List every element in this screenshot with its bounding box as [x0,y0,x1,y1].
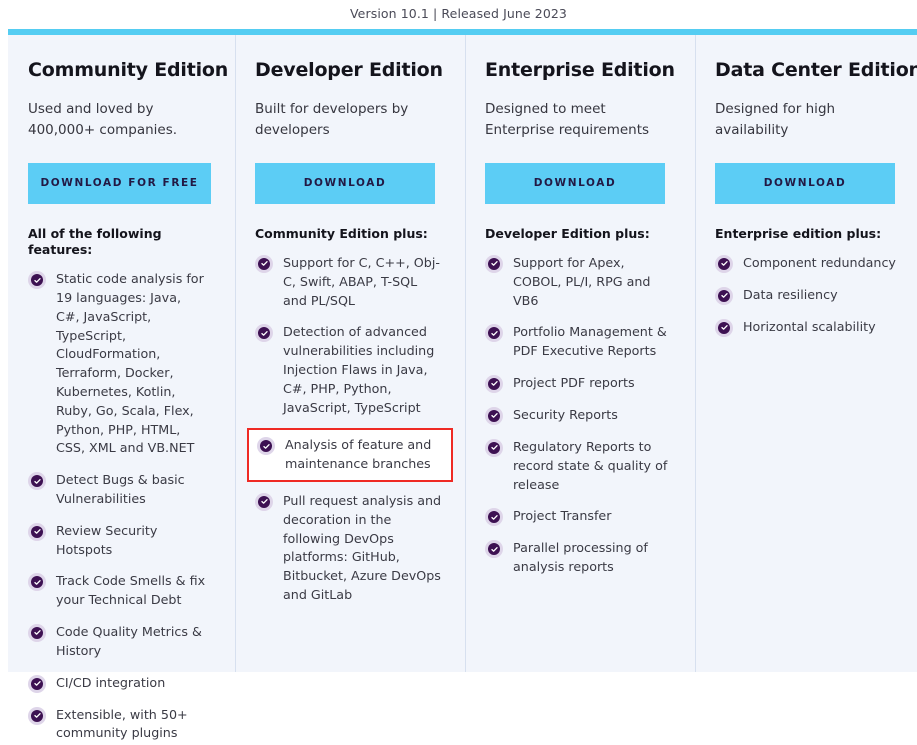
check-circle-icon [255,254,273,273]
feature-item: Project PDF reports [485,372,677,395]
feature-label: Analysis of feature and maintenance bran… [285,437,432,472]
feature-item: Support for Apex, COBOL, PL/I, RPG and V… [485,252,677,312]
feature-item: Horizontal scalability [715,316,899,339]
check-circle-icon [255,492,273,511]
feature-label: Support for C, C++, Obj-C, Swift, ABAP, … [283,254,440,308]
check-circle-icon [485,438,503,457]
feature-item: Pull request analysis and decoration in … [255,490,447,607]
feature-label: Detection of advanced vulnerabilities in… [283,324,435,415]
edition-title: Data Center Edition [715,59,917,81]
feature-list-heading: Enterprise edition plus: [715,225,882,241]
check-circle-icon [485,324,503,343]
edition-title: Developer Edition [255,59,443,81]
edition-tagline: Designed to meet Enterprise requirements [485,100,650,138]
editions-panel: Community Edition Used and loved by 400,… [8,35,917,740]
feature-label: Project PDF reports [513,374,635,390]
download-button-enterprise[interactable]: DOWNLOAD [485,162,665,204]
feature-label: Pull request analysis and decoration in … [283,492,442,602]
editions-columns: Community Edition Used and loved by 400,… [8,35,917,740]
feature-item: Track Code Smells & fix your Technical D… [28,570,217,612]
feature-item: Static code analysis for 19 languages: J… [28,268,217,460]
feature-item: Code Quality Metrics & History [28,621,217,663]
feature-label: Extensible, with 50+ community plugins [56,706,188,741]
feature-list-heading: Community Edition plus: [255,225,428,241]
check-circle-icon [28,522,46,541]
editions-comparison-page: Version 10.1 | Released June 2023 Commun… [0,0,917,740]
feature-item: Detection of advanced vulnerabilities in… [255,321,447,419]
version-label: Version 10.1 | Released June 2023 [350,6,567,22]
edition-title: Community Edition [28,59,229,81]
feature-item: Extensible, with 50+ community plugins [28,704,217,745]
check-circle-icon [485,508,503,527]
feature-item: Security Reports [485,404,677,427]
feature-list-heading: Developer Edition plus: [485,225,650,241]
feature-item: Data resiliency [715,284,899,307]
feature-list-community: Static code analysis for 19 languages: J… [28,268,217,745]
feature-item: Parallel processing of analysis reports [485,537,677,579]
check-circle-icon [28,271,46,290]
check-circle-icon [715,286,733,305]
feature-label: Regulatory Reports to record state & qua… [513,438,668,492]
feature-label: Track Code Smells & fix your Technical D… [56,573,206,608]
edition-column-data-center: Data Center Edition Designed for high av… [695,35,917,672]
check-circle-icon [28,674,46,693]
feature-label: Static code analysis for 19 languages: J… [56,271,204,456]
check-circle-icon [28,573,46,592]
feature-label: CI/CD integration [56,674,166,690]
feature-item: CI/CD integration [28,672,217,695]
check-circle-icon [28,706,46,725]
feature-item: Detect Bugs & basic Vulnerabilities [28,469,217,511]
edition-column-enterprise: Enterprise Edition Designed to meet Ente… [465,35,695,672]
check-circle-icon [257,437,275,456]
feature-item: Portfolio Management & PDF Executive Rep… [485,321,677,363]
feature-item-highlighted: Analysis of feature and maintenance bran… [247,428,453,482]
feature-label: Component redundancy [743,254,896,270]
download-button-community[interactable]: DOWNLOAD FOR FREE [28,162,211,204]
feature-label: Project Transfer [513,508,612,524]
version-strip: Version 10.1 | Released June 2023 [0,0,917,29]
check-circle-icon [28,623,46,642]
check-circle-icon [255,324,273,343]
check-circle-icon [485,406,503,425]
feature-list-enterprise: Support for Apex, COBOL, PL/I, RPG and V… [485,252,677,579]
feature-label: Horizontal scalability [743,318,876,334]
edition-tagline: Designed for high availability [715,100,836,138]
feature-label: Code Quality Metrics & History [56,623,202,658]
feature-label: Data resiliency [743,286,838,302]
feature-label: Parallel processing of analysis reports [513,540,648,575]
feature-list-data-center: Component redundancy Data resiliency Hor… [715,252,899,339]
feature-label: Security Reports [513,406,618,422]
edition-title: Enterprise Edition [485,59,675,81]
feature-item: Component redundancy [715,252,899,275]
edition-column-community: Community Edition Used and loved by 400,… [8,35,235,740]
check-circle-icon [485,374,503,393]
download-button-data-center[interactable]: DOWNLOAD [715,162,895,204]
feature-item: Review Security Hotspots [28,520,217,562]
feature-item: Support for C, C++, Obj-C, Swift, ABAP, … [255,252,447,312]
feature-label: Portfolio Management & PDF Executive Rep… [513,324,667,359]
feature-item: Regulatory Reports to record state & qua… [485,436,677,496]
edition-tagline: Built for developers by developers [255,100,409,138]
feature-item: Project Transfer [485,505,677,528]
edition-column-developer: Developer Edition Built for developers b… [235,35,465,672]
download-button-developer[interactable]: DOWNLOAD [255,162,435,204]
feature-label: Support for Apex, COBOL, PL/I, RPG and V… [513,254,651,308]
check-circle-icon [715,254,733,273]
feature-label: Review Security Hotspots [56,522,158,557]
check-circle-icon [28,472,46,491]
edition-tagline: Used and loved by 400,000+ companies. [28,100,178,138]
check-circle-icon [715,318,733,337]
feature-list-heading: All of the following features: [28,225,162,257]
check-circle-icon [485,540,503,559]
check-circle-icon [485,254,503,273]
feature-list-developer: Support for C, C++, Obj-C, Swift, ABAP, … [247,252,453,607]
feature-label: Detect Bugs & basic Vulnerabilities [56,472,185,506]
